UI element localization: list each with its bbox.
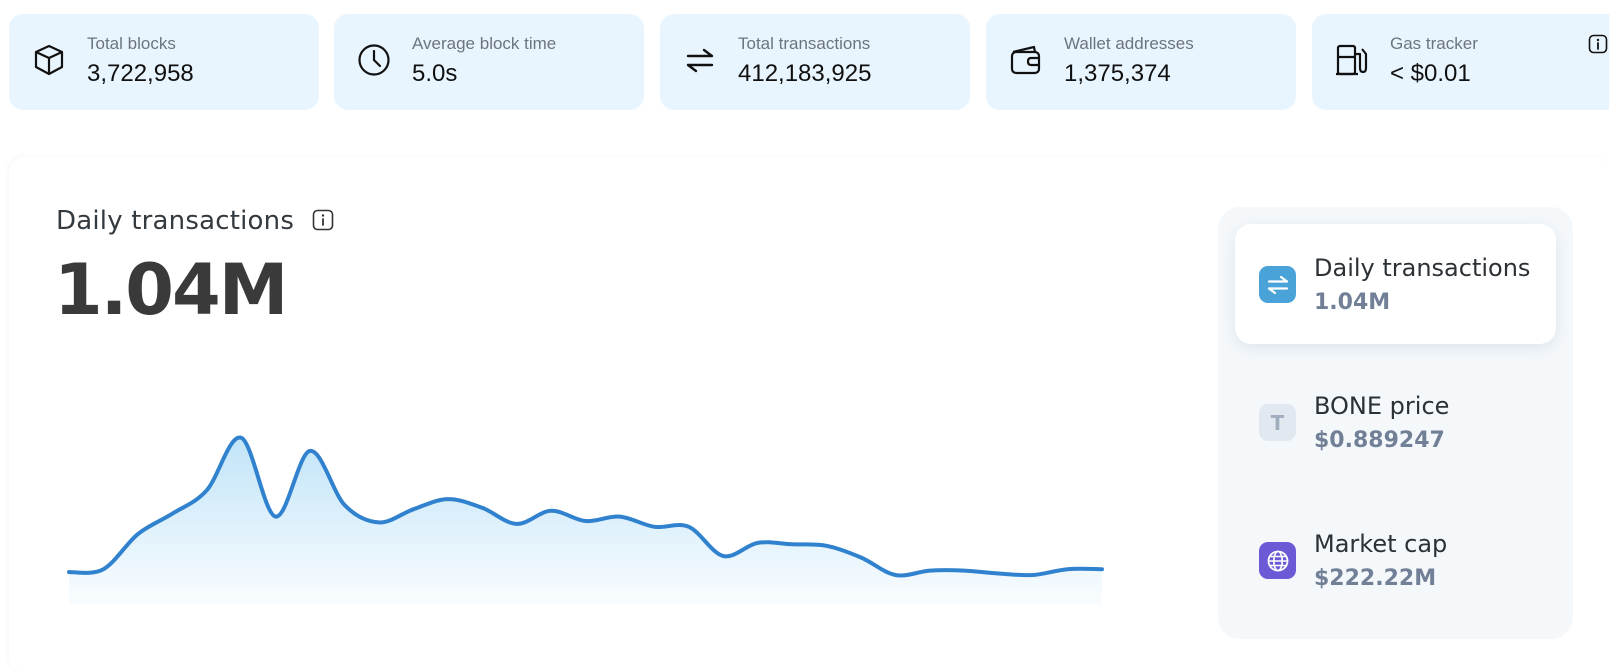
token-t-icon: T	[1259, 404, 1296, 441]
stat-value: 3,722,958	[87, 60, 194, 87]
stat-label: Wallet addresses	[1064, 34, 1194, 53]
gas-pump-icon	[1336, 44, 1368, 76]
side-item-bone-price[interactable]: T BONE price $0.889247	[1235, 362, 1556, 482]
stat-card-total-transactions: Total transactions 412,183,925	[660, 14, 970, 110]
daily-transactions-chart	[67, 435, 1104, 605]
side-panel: Daily transactions 1.04M T BONE price $0…	[1218, 207, 1573, 639]
stat-card-total-blocks: Total blocks 3,722,958	[9, 14, 319, 110]
stat-label: Total transactions	[738, 34, 871, 53]
stat-label: Gas tracker	[1390, 34, 1478, 53]
stat-card-wallet-addresses: Wallet addresses 1,375,374	[986, 14, 1296, 110]
stats-row: Total blocks 3,722,958 Average block tim…	[9, 14, 1609, 110]
swap-arrows-icon	[686, 48, 714, 73]
stat-card-gas-tracker[interactable]: Gas tracker < $0.01	[1312, 14, 1609, 110]
wallet-icon	[1010, 45, 1041, 75]
clock-icon	[358, 44, 390, 76]
stat-card-average-block-time: Average block time 5.0s	[334, 14, 644, 110]
side-item-title: Market cap	[1314, 530, 1448, 558]
side-item-value: 1.04M	[1314, 290, 1391, 315]
side-item-daily-transactions[interactable]: Daily transactions 1.04M	[1235, 224, 1556, 344]
side-item-value: $0.889247	[1314, 428, 1445, 453]
stat-value: 412,183,925	[738, 60, 872, 87]
side-item-market-cap[interactable]: Market cap $222.22M	[1235, 500, 1556, 620]
cube-icon	[34, 44, 64, 76]
stat-label: Total blocks	[87, 34, 176, 53]
token-letter: T	[1270, 410, 1285, 435]
stat-label: Average block time	[412, 34, 557, 53]
stat-value: 5.0s	[412, 60, 458, 87]
info-icon[interactable]	[1588, 34, 1608, 54]
side-item-value: $222.22M	[1314, 566, 1437, 591]
stat-value: < $0.01	[1390, 60, 1471, 87]
swap-arrows-icon	[1259, 266, 1296, 303]
side-item-title: BONE price	[1314, 392, 1450, 420]
side-item-title: Daily transactions	[1314, 254, 1531, 282]
stat-value: 1,375,374	[1064, 60, 1171, 87]
globe-icon	[1259, 542, 1296, 579]
